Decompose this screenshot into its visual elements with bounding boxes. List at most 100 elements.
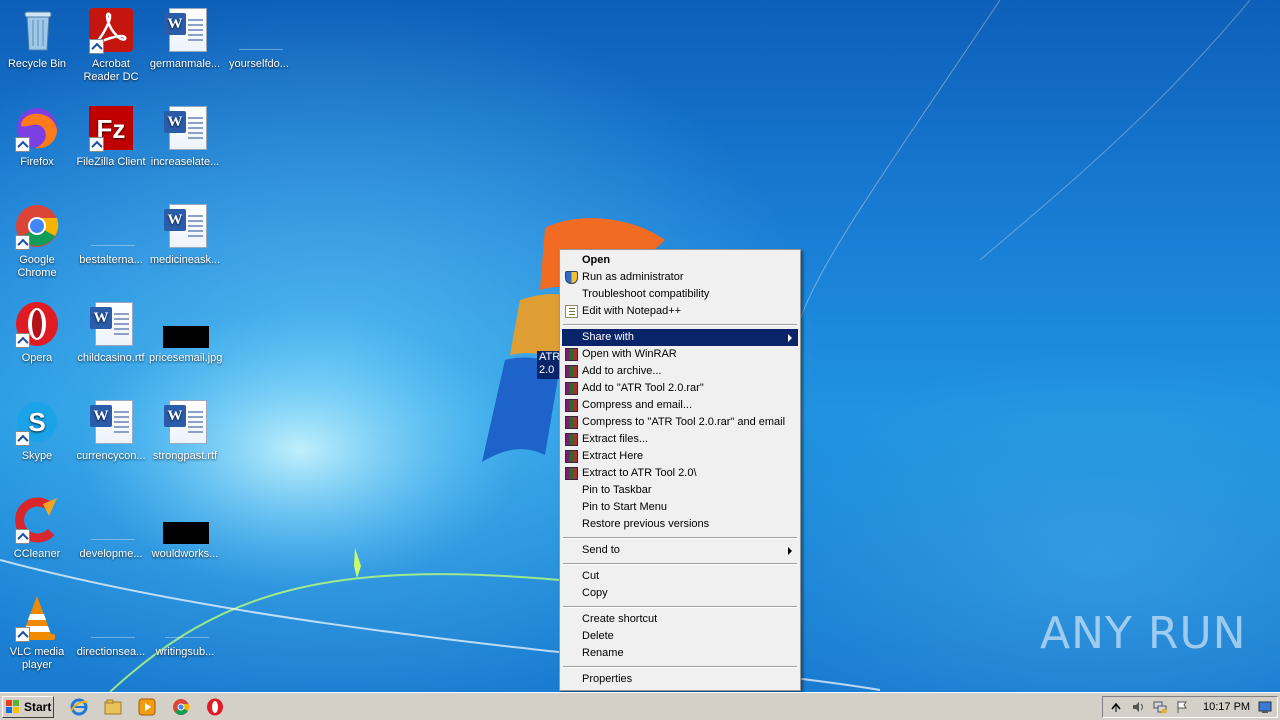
menu-item-add-to-rar[interactable]: Add to "ATR Tool 2.0.rar": [562, 380, 798, 397]
menu-item-create-shortcut[interactable]: Create shortcut: [562, 611, 798, 628]
desktop-icon-label: strongpast.rtf: [152, 450, 218, 462]
clock[interactable]: 10:17 PM: [1203, 701, 1250, 713]
file-icon: [161, 594, 209, 642]
menu-item-pin-to-taskbar[interactable]: Pin to Taskbar: [562, 482, 798, 499]
desktop-icon-label: Google Chrome: [17, 254, 57, 279]
menu-item-extract-files[interactable]: Extract files...: [562, 431, 798, 448]
recycle-bin-icon: [13, 6, 61, 54]
winrar-icon: [565, 416, 578, 429]
desktop-icon-ccleaner[interactable]: CCleaner: [0, 490, 74, 580]
winrar-icon: [565, 382, 578, 395]
desktop-icon-label: CCleaner: [13, 548, 61, 560]
menu-item-troubleshoot-compatibility[interactable]: Troubleshoot compatibility: [562, 286, 798, 303]
start-button[interactable]: Start: [2, 696, 54, 718]
menu-item-compress-to-rar-and-email[interactable]: Compress to "ATR Tool 2.0.rar" and email: [562, 414, 798, 431]
action-center-flag-icon[interactable]: [1175, 700, 1189, 714]
menu-item-open-with-winrar[interactable]: Open with WinRAR: [562, 346, 798, 363]
word-document-icon: W: [161, 6, 209, 54]
opera-icon[interactable]: [206, 698, 224, 716]
desktop-icon-file[interactable]: bestalterna...: [74, 196, 148, 286]
desktop-icon-opera[interactable]: Opera: [0, 294, 74, 384]
filezilla-icon: Fz: [87, 104, 135, 152]
shortcut-arrow-icon: [15, 333, 30, 348]
desktop-icon-document[interactable]: W medicineask...: [148, 196, 222, 286]
menu-separator: [562, 533, 798, 542]
desktop-icon-label: currencycon...: [76, 450, 146, 462]
desktop-icon-document[interactable]: W germanmale...: [148, 0, 222, 90]
menu-item-send-to[interactable]: Send to: [562, 542, 798, 559]
internet-explorer-icon[interactable]: [70, 698, 88, 716]
menu-separator: [562, 602, 798, 611]
folder-icon[interactable]: [104, 698, 122, 716]
menu-item-extract-here[interactable]: Extract Here: [562, 448, 798, 465]
menu-item-run-as-administrator[interactable]: Run as administrator: [562, 269, 798, 286]
desktop-icon-label: germanmale...: [149, 58, 221, 70]
menu-item-restore-previous-versions[interactable]: Restore previous versions: [562, 516, 798, 533]
desktop-icon-label: FileZilla Client: [76, 156, 146, 168]
anyrun-watermark: ANY RUN: [1040, 608, 1247, 659]
file-icon: [87, 496, 135, 544]
shield-icon: [565, 271, 578, 284]
chrome-icon: [13, 202, 61, 250]
shortcut-arrow-icon: [15, 529, 30, 544]
menu-item-share-with[interactable]: Share with: [562, 329, 798, 346]
desktop-icon-image-file[interactable]: wouldworks...: [148, 490, 222, 580]
desktop-icon-label: Acrobat Reader DC: [83, 58, 139, 83]
menu-item-open[interactable]: Open: [562, 252, 798, 269]
desktop-icon-label: pricesemail.jpg: [149, 352, 223, 364]
word-document-icon: W: [161, 104, 209, 152]
menu-item-extract-to-folder[interactable]: Extract to ATR Tool 2.0\: [562, 465, 798, 482]
desktop-icon-label: Skype: [21, 450, 53, 462]
menu-item-pin-to-start-menu[interactable]: Pin to Start Menu: [562, 499, 798, 516]
desktop-icon-acrobat-reader[interactable]: Acrobat Reader DC: [74, 0, 148, 90]
menu-item-add-to-archive[interactable]: Add to archive...: [562, 363, 798, 380]
desktop-icon-label: bestalterna...: [79, 254, 143, 266]
desktop-icon-vlc[interactable]: VLC media player: [0, 588, 74, 678]
desktop-icon-file[interactable]: developme...: [74, 490, 148, 580]
desktop-icon-label: wouldworks...: [151, 548, 219, 560]
chrome-icon[interactable]: [172, 698, 190, 716]
skype-icon: S: [13, 398, 61, 446]
menu-item-copy[interactable]: Copy: [562, 585, 798, 602]
winrar-icon: [565, 433, 578, 446]
menu-item-rename[interactable]: Rename: [562, 645, 798, 662]
desktop-icon-document[interactable]: W strongpast.rtf: [148, 392, 222, 482]
desktop-icon-label: developme...: [79, 548, 143, 560]
menu-separator: [562, 662, 798, 671]
menu-item-properties[interactable]: Properties: [562, 671, 798, 688]
desktop-icon-document[interactable]: W increaselate...: [148, 98, 222, 188]
shortcut-arrow-icon: [15, 431, 30, 446]
selected-desktop-item-label[interactable]: ATR 2.0: [537, 351, 561, 379]
desktop-icon-label: directionsea...: [76, 646, 146, 658]
show-hidden-icons-icon[interactable]: [1109, 700, 1123, 714]
desktop-icon-recycle-bin[interactable]: Recycle Bin: [0, 0, 74, 90]
context-menu[interactable]: Open Run as administrator Troubleshoot c…: [559, 249, 801, 691]
desktop-icon-label: Recycle Bin: [7, 58, 67, 70]
desktop-icon-filezilla[interactable]: Fz FileZilla Client: [74, 98, 148, 188]
desktop-icon-skype[interactable]: S Skype: [0, 392, 74, 482]
network-icon[interactable]: [1153, 700, 1167, 714]
winrar-icon: [565, 450, 578, 463]
menu-item-compress-and-email[interactable]: Compress and email...: [562, 397, 798, 414]
acrobat-reader-icon: [87, 6, 135, 54]
desktop-icon-google-chrome[interactable]: Google Chrome: [0, 196, 74, 286]
desktop-icon-firefox[interactable]: Firefox: [0, 98, 74, 188]
desktop-icon-label: yourselfdo...: [229, 58, 289, 70]
word-document-icon: W: [87, 300, 135, 348]
volume-icon[interactable]: [1131, 700, 1145, 714]
desktop-icon-label: VLC media player: [9, 646, 65, 671]
shortcut-arrow-icon: [89, 137, 104, 152]
word-document-icon: W: [161, 398, 209, 446]
menu-item-delete[interactable]: Delete: [562, 628, 798, 645]
media-player-icon[interactable]: [138, 698, 156, 716]
desktop-icon-file[interactable]: writingsub...: [148, 588, 222, 678]
file-icon: [235, 6, 283, 54]
desktop-icon-file[interactable]: yourselfdo...: [222, 0, 296, 90]
menu-item-edit-with-notepad-plus-plus[interactable]: Edit with Notepad++: [562, 303, 798, 320]
show-desktop-icon[interactable]: [1258, 700, 1272, 714]
desktop-icon-document[interactable]: W currencycon...: [74, 392, 148, 482]
desktop-icon-image-file[interactable]: pricesemail.jpg: [148, 294, 222, 384]
desktop-icon-document[interactable]: W childcasino.rtf: [74, 294, 148, 384]
menu-item-cut[interactable]: Cut: [562, 568, 798, 585]
desktop-icon-file[interactable]: directionsea...: [74, 588, 148, 678]
